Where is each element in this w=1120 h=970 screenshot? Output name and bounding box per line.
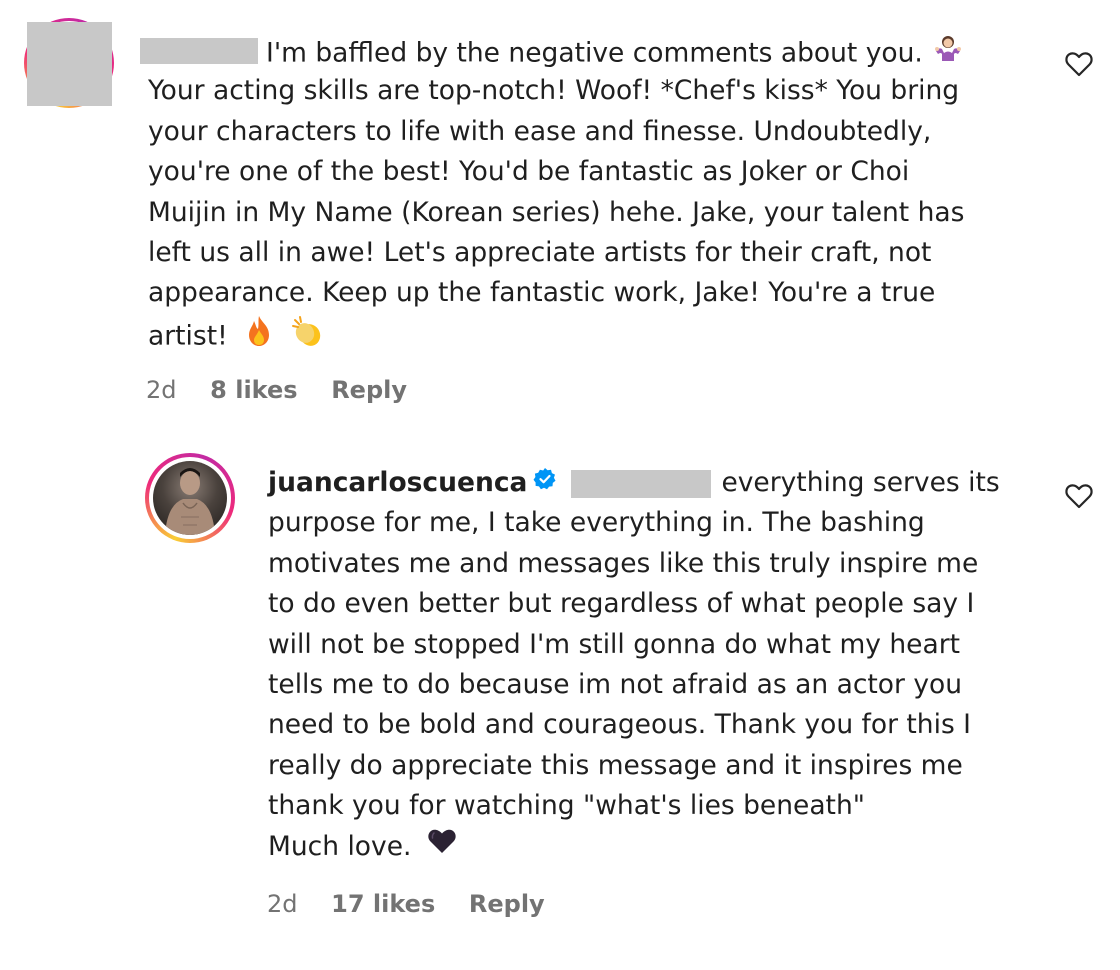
comment-line: you're one of the best! You'd be fantast… xyxy=(148,156,910,188)
reply-line: tells me to do because im not afraid as … xyxy=(268,668,963,700)
reply-line: to do even better but regardless of what… xyxy=(268,588,975,620)
comment-line: left us all in awe! Let's appreciate art… xyxy=(148,236,932,268)
comment-line: your characters to life with ease and fi… xyxy=(148,115,932,147)
reply-line: thank you for watching "what's lies bene… xyxy=(268,790,865,822)
avatar-redaction xyxy=(27,22,112,106)
reply-line: will not be stopped I'm still gonna do w… xyxy=(268,628,961,660)
reply-button[interactable]: Reply xyxy=(469,890,545,918)
reply-line: Much love. xyxy=(268,830,412,862)
username-link[interactable]: juancarloscuenca xyxy=(268,467,527,498)
reply-line: everything serves its xyxy=(721,467,1000,498)
comment-meta: 2d 8 likes Reply xyxy=(146,376,433,404)
like-heart-icon[interactable] xyxy=(1064,482,1094,510)
comment-text: I'm baffled by the negative comments abo… xyxy=(148,31,965,354)
comment-line: Your acting skills are top-notch! Woof! … xyxy=(148,75,960,107)
likes-count[interactable]: 17 likes xyxy=(331,890,435,918)
timestamp: 2d xyxy=(146,376,177,404)
verified-badge-icon xyxy=(533,463,557,503)
reply-line: need to be bold and courageous. Thank yo… xyxy=(268,709,972,741)
comment-line: appearance. Keep up the fantastic work, … xyxy=(148,277,936,309)
timestamp: 2d xyxy=(267,890,298,918)
fire-icon xyxy=(244,314,274,360)
avatar[interactable] xyxy=(145,453,235,543)
reply-line: really do appreciate this message and it… xyxy=(268,749,963,781)
reply-text: juancarloscuenca everything serves its p… xyxy=(268,463,1000,867)
like-heart-icon[interactable] xyxy=(1064,50,1094,78)
reply-meta: 2d 17 likes Reply xyxy=(267,890,571,918)
mention-redaction xyxy=(571,469,712,498)
black-heart-icon xyxy=(426,827,458,867)
reply-line: purpose for me, I take everything in. Th… xyxy=(268,507,925,539)
likes-count[interactable]: 8 likes xyxy=(210,376,297,404)
comment-line: I'm baffled by the negative comments abo… xyxy=(266,37,923,69)
profile-photo xyxy=(153,461,227,535)
comment-line: artist! xyxy=(148,320,228,352)
comment-line: Muijin in My Name (Korean series) hehe. … xyxy=(148,196,965,228)
clapping-hands-icon xyxy=(291,314,325,360)
reply-line: motivates me and messages like this trul… xyxy=(268,547,979,579)
reply-button[interactable]: Reply xyxy=(331,376,407,404)
